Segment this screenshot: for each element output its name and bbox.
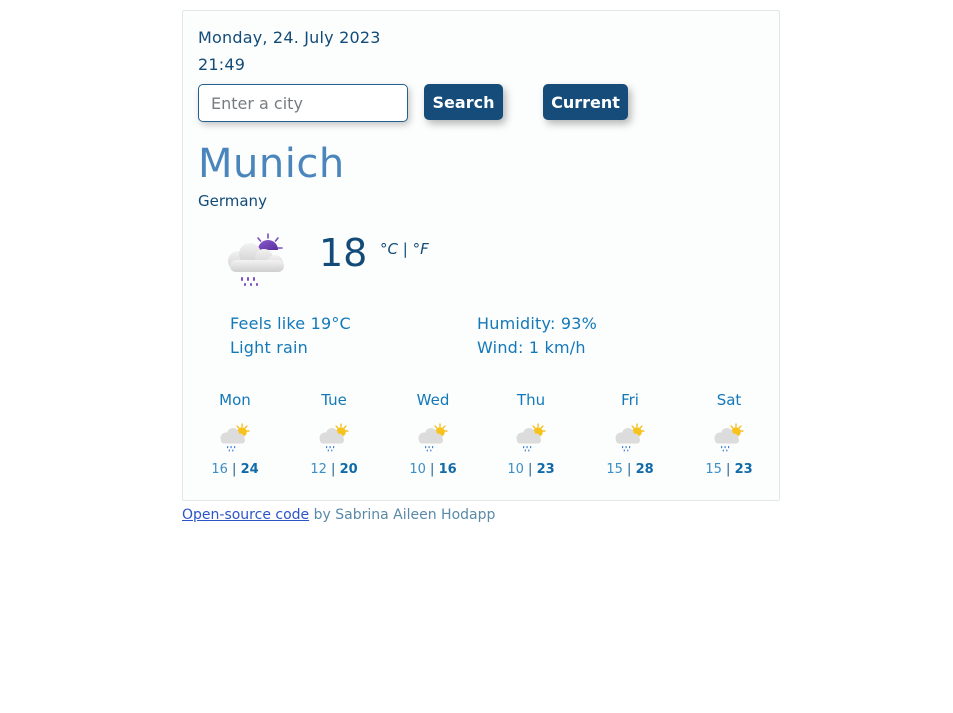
- forecast-max-temp: 24: [240, 462, 259, 477]
- forecast-min-temp: 12: [310, 462, 327, 477]
- humidity: Humidity: 93%: [477, 314, 598, 333]
- forecast-min-temp: 15: [705, 462, 722, 477]
- sun-cloud-rain-icon: [218, 423, 252, 453]
- weather-card: Monday, 24. July 2023 21:49 Search Curre…: [182, 10, 780, 501]
- forecast-temps: 16 | 24: [200, 462, 270, 477]
- current-location-button[interactable]: Current: [543, 84, 628, 120]
- forecast-day-name: Wed: [416, 391, 450, 409]
- forecast-max-temp: 23: [734, 462, 753, 477]
- forecast-max-temp: 16: [438, 462, 457, 477]
- forecast-min-temp: 15: [606, 462, 623, 477]
- celsius-link[interactable]: °C: [380, 240, 398, 258]
- open-source-link[interactable]: Open-source code: [182, 507, 309, 523]
- forecast-max-temp: 20: [339, 462, 358, 477]
- forecast-temps: 15 | 23: [694, 462, 764, 477]
- partly-cloudy-night-rain-icon: [228, 233, 284, 286]
- forecast-day: Mon 16 | 24: [200, 391, 270, 477]
- sun-cloud-rain-icon: [514, 423, 548, 453]
- forecast-separator: |: [232, 462, 237, 477]
- city-search-input[interactable]: [198, 84, 408, 122]
- forecast-day: Tue 12 | 20: [299, 391, 369, 477]
- forecast-day-name: Mon: [219, 391, 251, 409]
- weather-description: Light rain: [230, 338, 308, 357]
- forecast-day: Wed 10 | 16: [398, 391, 468, 477]
- country-name: Germany: [198, 192, 267, 210]
- forecast-separator: |: [528, 462, 533, 477]
- sun-cloud-rain-icon: [317, 423, 351, 453]
- forecast-day: Fri 15 | 28: [595, 391, 665, 477]
- forecast-temps: 10 | 16: [398, 462, 468, 477]
- search-button[interactable]: Search: [424, 84, 503, 120]
- current-temperature: 18: [319, 231, 368, 275]
- forecast-max-temp: 28: [635, 462, 654, 477]
- sun-cloud-rain-icon: [613, 423, 647, 453]
- forecast-separator: |: [726, 462, 731, 477]
- forecast-min-temp: 10: [409, 462, 426, 477]
- feels-like: Feels like 19°C: [230, 314, 351, 333]
- forecast-min-temp: 10: [507, 462, 524, 477]
- current-date: Monday, 24. July 2023: [198, 28, 381, 47]
- current-time: 21:49: [198, 55, 246, 74]
- forecast-row: Mon 16 | 24 Tue 12 | 20 Wed 10 | 16 Thu 10 | 23…: [183, 391, 781, 481]
- wind-speed: Wind: 1 km/h: [477, 338, 586, 357]
- forecast-separator: |: [331, 462, 336, 477]
- forecast-min-temp: 16: [211, 462, 228, 477]
- sun-cloud-rain-icon: [416, 423, 450, 453]
- unit-toggle: °C | °F: [380, 240, 429, 258]
- forecast-day: Sat 15 | 23: [694, 391, 764, 477]
- fahrenheit-link[interactable]: °F: [413, 240, 429, 258]
- forecast-temps: 10 | 23: [496, 462, 566, 477]
- forecast-day-name: Tue: [321, 391, 347, 409]
- forecast-day: Thu 10 | 23: [496, 391, 566, 477]
- forecast-separator: |: [627, 462, 632, 477]
- forecast-day-name: Thu: [516, 391, 546, 409]
- forecast-day-name: Fri: [621, 391, 639, 409]
- city-name: Munich: [198, 141, 345, 187]
- forecast-temps: 12 | 20: [299, 462, 369, 477]
- forecast-day-name: Sat: [716, 391, 742, 409]
- forecast-separator: |: [430, 462, 435, 477]
- footer: Open-source code by Sabrina Aileen Hodap…: [182, 507, 495, 523]
- sun-cloud-rain-icon: [712, 423, 746, 453]
- forecast-temps: 15 | 28: [595, 462, 665, 477]
- forecast-max-temp: 23: [536, 462, 555, 477]
- footer-credit: by Sabrina Aileen Hodapp: [309, 507, 496, 523]
- unit-separator: |: [402, 240, 408, 258]
